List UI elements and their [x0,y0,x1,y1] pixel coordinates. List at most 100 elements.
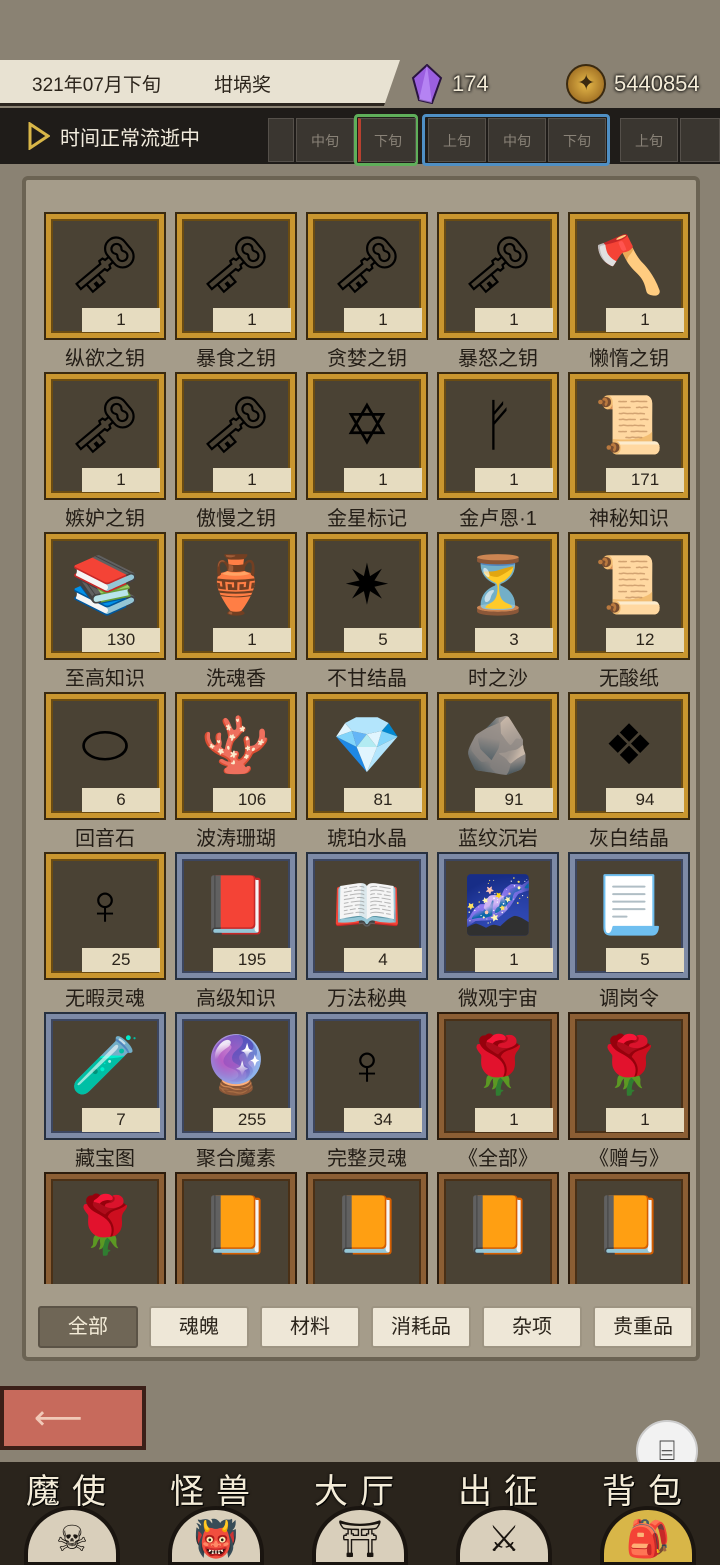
item-count: 12 [606,628,684,652]
tab-consumables[interactable]: 消耗品 [371,1306,471,1348]
tab-valuables[interactable]: 贵重品 [593,1306,693,1348]
grey-crystal-icon: ❖ [603,713,655,776]
inventory-item[interactable]: 🪸 106 波涛珊瑚 [177,694,295,854]
inventory-item[interactable]: 🏺 1 洗魂香 [177,534,295,694]
timeline-slot[interactable]: 上旬 [620,118,678,162]
inventory-item[interactable]: ✡ 1 金星标记 [308,374,426,534]
nav-label: 出征 [458,1473,550,1511]
item-count: 1 [344,308,422,332]
event-label: 坩埚奖 [214,75,272,96]
inventory-item[interactable]: ⏳ 3 时之沙 [439,534,557,694]
nav-label: 背包 [602,1473,694,1511]
item-name: 贪婪之钥 [327,348,407,370]
inventory-item[interactable]: ♀ 34 完整灵魂 [308,1014,426,1174]
item-count: 81 [344,788,422,812]
game-date: 321年07月下旬 [32,75,161,96]
inventory-item[interactable]: ᚠ 1 金卢恩·1 [439,374,557,534]
inventory-item[interactable]: 📙 [439,1174,557,1284]
item-frame: 🌹 [46,1174,164,1284]
inventory-item[interactable]: 📜 12 无酸纸 [570,534,688,694]
gold-counter[interactable]: 5440854 [566,62,700,106]
gold-coin-icon [566,64,606,104]
timeline-slot[interactable]: 中旬 [296,118,354,162]
inventory-item[interactable]: 📃 5 调岗令 [570,854,688,1014]
item-name: 完整灵魂 [327,1148,407,1170]
item-name: 无酸纸 [599,668,659,690]
tab-misc[interactable]: 杂项 [482,1306,582,1348]
inventory-item[interactable]: 🗝 1 贪婪之钥 [308,214,426,374]
item-name: 金卢恩·1 [459,508,537,530]
item-count: 4 [344,948,422,972]
crystal-counter[interactable]: 174 [410,62,489,106]
inventory-item[interactable]: ❖ 94 灰白结晶 [570,694,688,854]
inventory-item[interactable]: 🔮 255 聚合魔素 [177,1014,295,1174]
inventory-item[interactable]: 🪨 91 蓝纹沉岩 [439,694,557,854]
inventory-item[interactable]: 🗝 1 纵欲之钥 [46,214,164,374]
item-name: 嫉妒之钥 [65,508,145,530]
scroll-icon: 📜 [594,553,664,616]
inventory-item[interactable]: 🗝 1 暴怒之钥 [439,214,557,374]
item-name: 聚合魔素 [196,1148,276,1170]
time-bar: 时间正常流逝中 中旬 下旬 上旬 中旬 下旬 上旬 [0,108,720,166]
item-count: 255 [213,1108,291,1132]
book-tied-icon: 📕 [201,873,271,936]
inventory-item[interactable]: 🗝 1 暴食之钥 [177,214,295,374]
inventory-item[interactable]: 💎 81 琥珀水晶 [308,694,426,854]
inventory-item[interactable]: ♀ 25 无暇灵魂 [46,854,164,1014]
inventory-item[interactable]: 📙 [570,1174,688,1284]
nav-item[interactable]: ⛩ 大厅 [288,1462,432,1565]
inventory-item[interactable]: 📚 130 至高知识 [46,534,164,694]
inventory-item[interactable]: ⬭ 6 回音石 [46,694,164,854]
key-purple-icon: 🗝 [200,393,272,456]
timeline-slot-current[interactable]: 下旬 [358,118,416,162]
item-count: 1 [213,308,291,332]
timeline-slot[interactable]: 下旬 [548,118,606,162]
key-gold-icon: 🗝 [331,233,403,296]
nav-item[interactable]: 🎒 背包 [576,1462,720,1565]
nav-item[interactable]: ☠ 魔使 [0,1462,144,1565]
item-count: 130 [82,628,160,652]
march-icon: ⚔ [456,1506,552,1565]
rose-book-icon: 🌹 [463,1033,533,1096]
inventory-grid[interactable]: 🗝 1 纵欲之钥 🗝 1 暴食之钥 🗝 1 贪婪之钥 🗝 1 暴怒之钥 🪓 1 懒惰之钥 🗝 1 嫉妒之钥 🗝 1 傲慢… [26,180,696,1284]
back-button[interactable]: ⟵ [0,1386,146,1450]
inventory-item[interactable]: 🌹 [46,1174,164,1284]
item-name: 纵欲之钥 [65,348,145,370]
soul-gold-icon: ♀ [84,873,126,936]
inventory-item[interactable]: 🌌 1 微观宇宙 [439,854,557,1014]
tab-materials[interactable]: 材料 [260,1306,360,1348]
timeline-slot[interactable]: 上旬 [428,118,486,162]
inventory-item[interactable]: ✷ 5 不甘结晶 [308,534,426,694]
inventory-item[interactable]: 📕 195 高级知识 [177,854,295,1014]
crystal-amount: 174 [452,71,489,96]
monster-icon: 👹 [168,1506,264,1565]
inventory-panel: 🗝 1 纵欲之钥 🗝 1 暴食之钥 🗝 1 贪婪之钥 🗝 1 暴怒之钥 🪓 1 懒惰之钥 🗝 1 嫉妒之钥 🗝 1 傲慢… [22,176,700,1361]
nav-item[interactable]: 👹 怪兽 [144,1462,288,1565]
inventory-item[interactable]: 🌹 1 《赠与》 [570,1014,688,1174]
inventory-item[interactable]: 📙 [308,1174,426,1284]
item-name: 波涛珊瑚 [196,828,276,850]
inventory-item[interactable]: 🧪 7 藏宝图 [46,1014,164,1174]
item-name: 万法秘典 [327,988,407,1010]
timeline-slot[interactable]: 中旬 [488,118,546,162]
inventory-item[interactable]: 📜 171 神秘知识 [570,374,688,534]
item-name: 微观宇宙 [458,988,538,1010]
item-count: 106 [213,788,291,812]
hall-icon: ⛩ [312,1506,408,1565]
item-count: 171 [606,468,684,492]
inventory-item[interactable]: 📙 [177,1174,295,1284]
inventory-item[interactable]: 📖 4 万法秘典 [308,854,426,1014]
item-count: 34 [344,1108,422,1132]
item-count: 1 [344,468,422,492]
tab-all[interactable]: 全部 [38,1306,138,1348]
item-count: 1 [213,468,291,492]
key-red-icon: 🗝 [462,233,534,296]
inventory-item[interactable]: 🪓 1 懒惰之钥 [570,214,688,374]
tab-soul[interactable]: 魂魄 [149,1306,249,1348]
key-green-icon: 🗝 [200,233,272,296]
inventory-item[interactable]: 🌹 1 《全部》 [439,1014,557,1174]
inventory-item[interactable]: 🗝 1 傲慢之钥 [177,374,295,534]
nav-item[interactable]: ⚔ 出征 [432,1462,576,1565]
inventory-item[interactable]: 🗝 1 嫉妒之钥 [46,374,164,534]
play-icon[interactable] [28,122,50,150]
